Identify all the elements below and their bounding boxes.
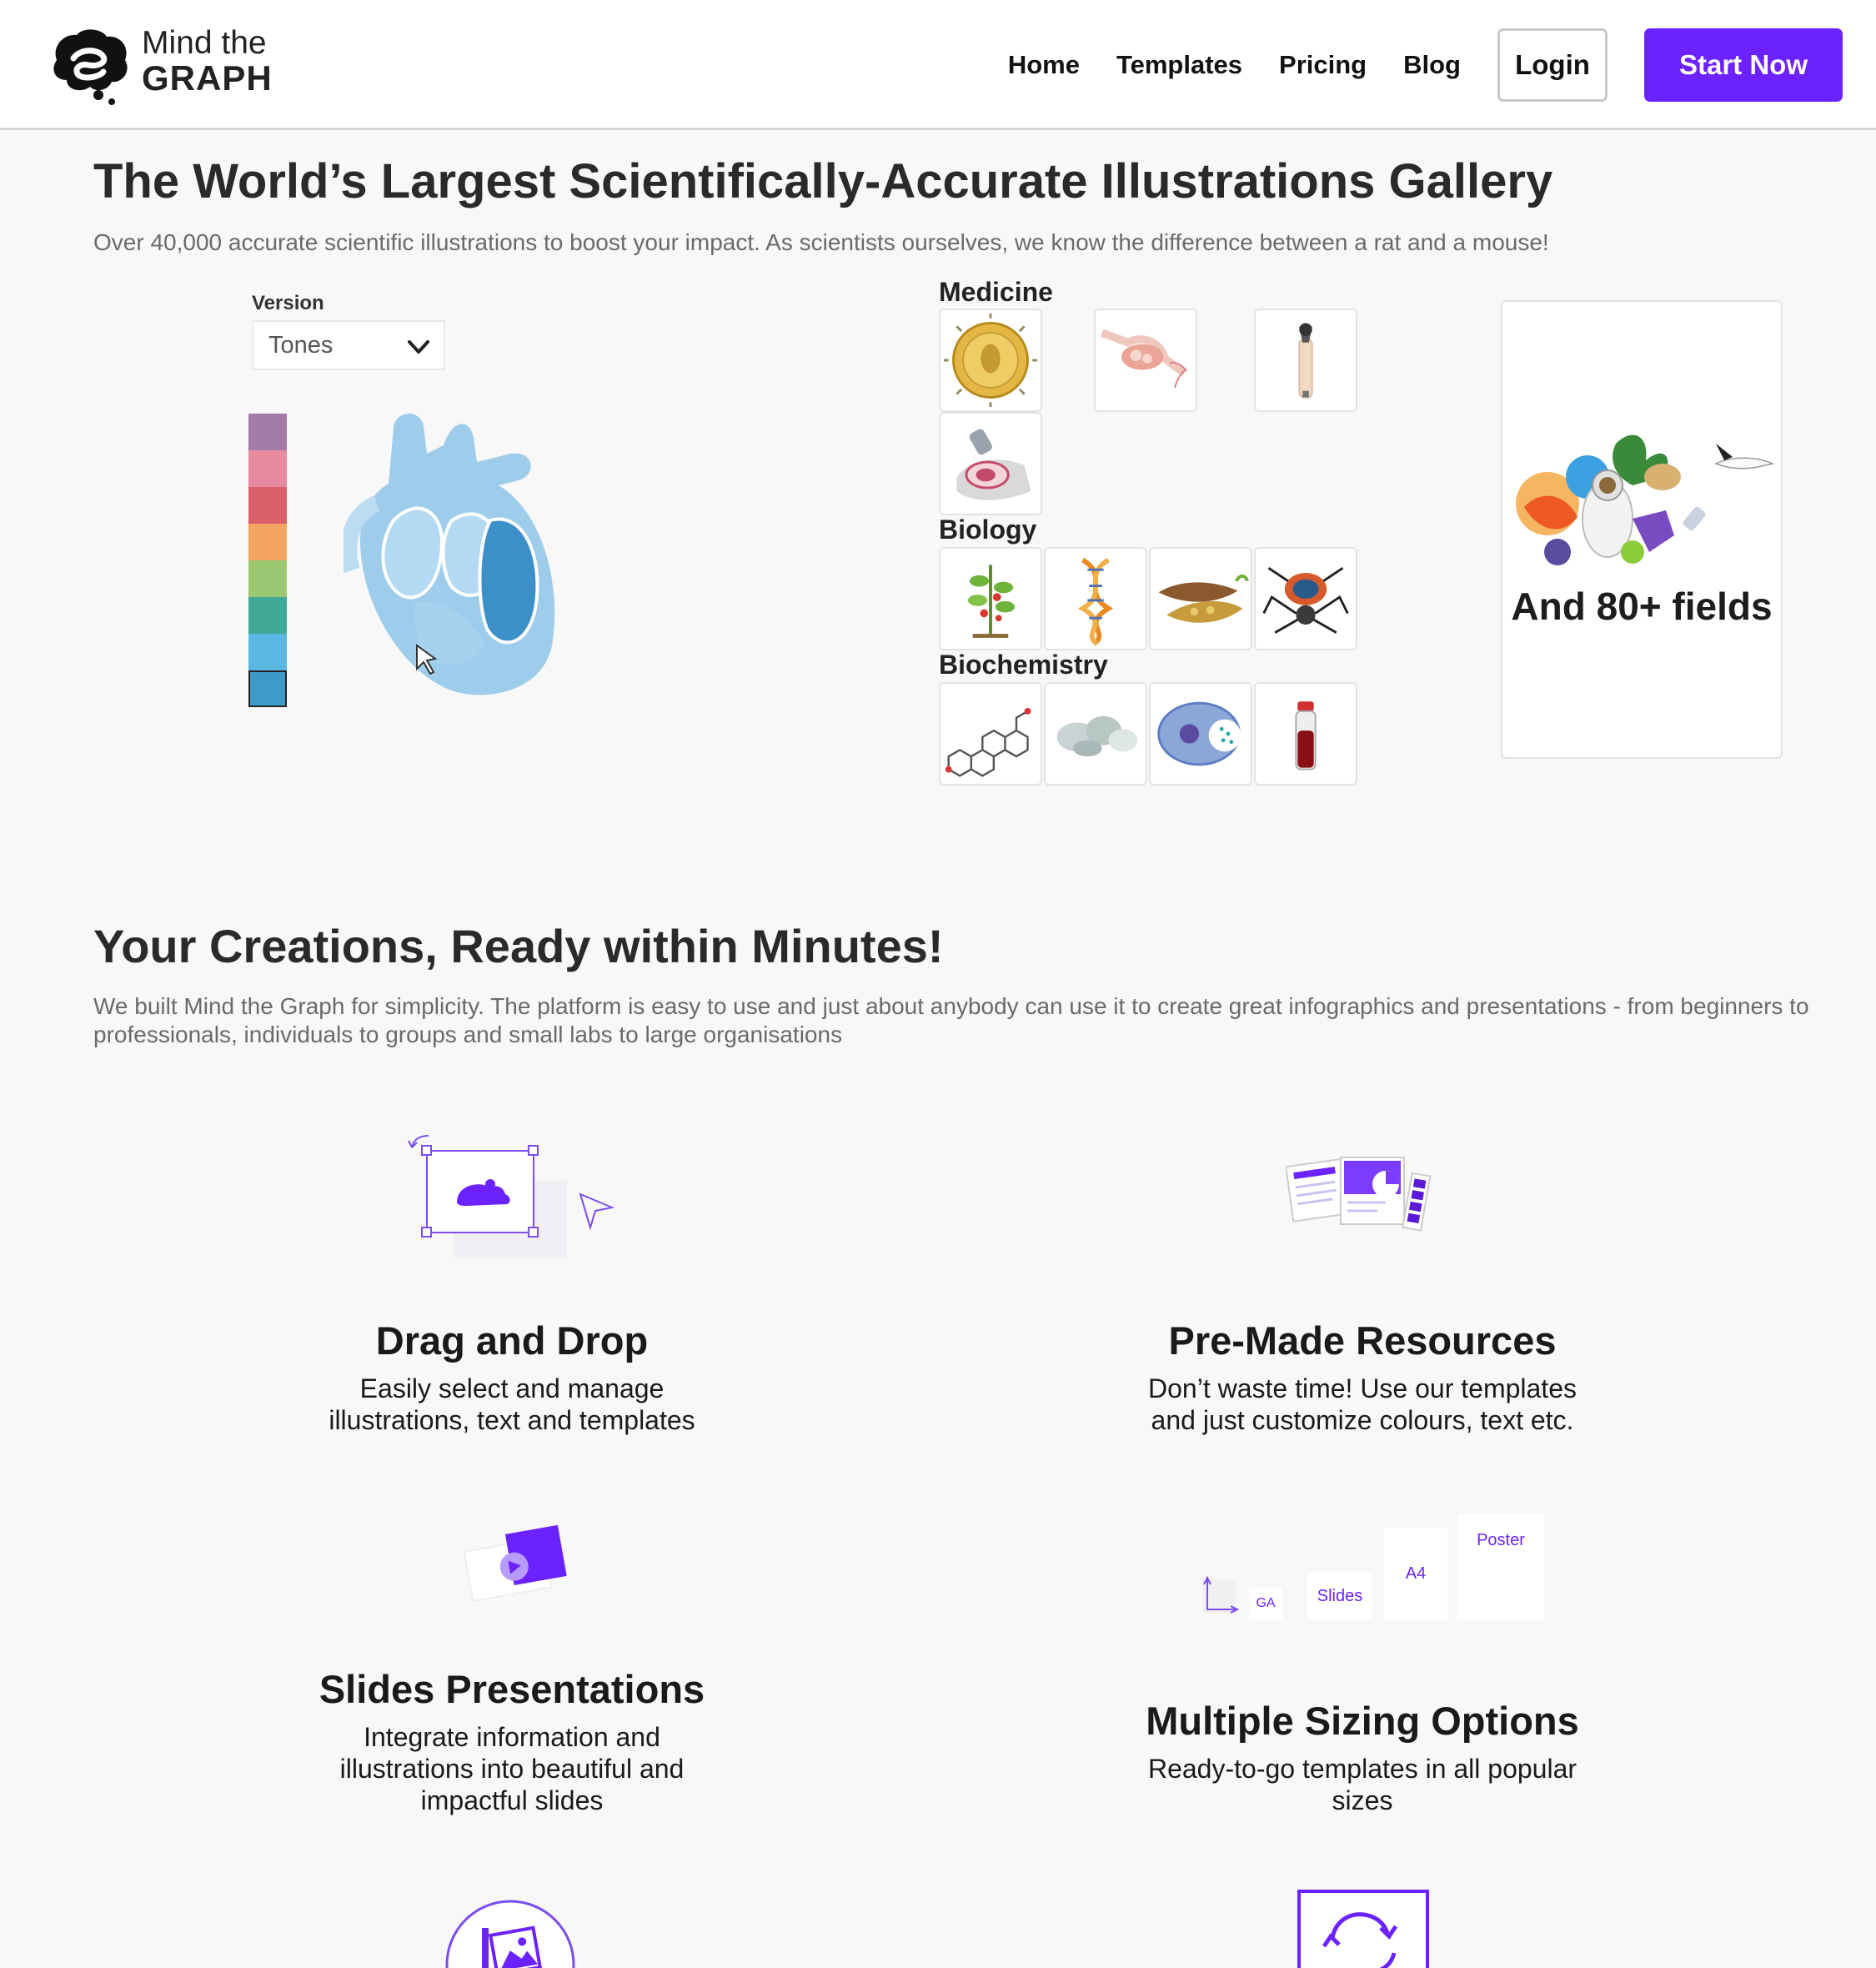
brain-logo-icon — [53, 29, 128, 105]
illustration-tile[interactable] — [1254, 682, 1357, 786]
size-option-a4: A4 — [1384, 1528, 1447, 1619]
more-fields-text: And 80+ fields — [1511, 585, 1773, 628]
nav-blog-link[interactable]: Blog — [1403, 50, 1461, 80]
feature-description: Don’t waste time! Use our templates and … — [1148, 1373, 1577, 1435]
tone-swatch[interactable] — [248, 634, 287, 670]
illustration-tile[interactable] — [939, 412, 1042, 515]
version-select[interactable]: Tones — [252, 320, 445, 370]
version-label: Version — [252, 292, 324, 314]
feature-multiple-sizing-options: Multiple Sizing Options Ready-to-go temp… — [1146, 1698, 1579, 1816]
blood-vial-icon — [1295, 701, 1317, 771]
size-option-slides: Slides — [1307, 1573, 1372, 1619]
logo-line-1: Mind the — [142, 25, 267, 61]
peacock-spider-icon — [1262, 567, 1349, 634]
chevron-down-icon — [408, 340, 429, 354]
gallery-title: The World’s Largest Scientifically-Accur… — [93, 154, 1553, 208]
nav-pricing-link[interactable]: Pricing — [1279, 50, 1367, 80]
feature-title: Slides Presentations — [319, 1667, 705, 1711]
illustration-tile[interactable] — [1254, 547, 1357, 650]
feature-title: Multiple Sizing Options — [1146, 1699, 1579, 1743]
dna-helix-icon — [1077, 558, 1114, 646]
gallery-subtitle: Over 40,000 accurate scientific illustra… — [93, 229, 1549, 255]
tone-swatch[interactable] — [248, 524, 287, 560]
category-biochemistry-label: Biochemistry — [939, 650, 1108, 680]
more-fields-card[interactable]: And 80+ fields — [1501, 300, 1783, 759]
slides-presentation-icon — [463, 1524, 567, 1603]
illustration-tile[interactable] — [1149, 682, 1252, 786]
feature-slides-presentations: Slides Presentations Integrate informati… — [295, 1666, 729, 1816]
category-medicine-label: Medicine — [939, 277, 1053, 307]
tone-swatch[interactable] — [248, 597, 287, 634]
illustration-tile[interactable] — [1254, 309, 1357, 412]
illustration-tile[interactable] — [939, 309, 1042, 412]
tone-swatch[interactable] — [248, 450, 287, 487]
tone-swatch-selected[interactable] — [248, 670, 287, 707]
fields-collage-illustration — [1516, 434, 1775, 565]
start-now-button[interactable]: Start Now — [1644, 28, 1843, 102]
main-nav: Home Templates Pricing Blog Login Start … — [1008, 28, 1843, 102]
heart-illustration — [344, 414, 555, 695]
category-biology-label: Biology — [939, 515, 1037, 545]
nav-home-link[interactable]: Home — [1008, 50, 1080, 80]
feature-pre-made-resources: Pre-Made Resources Don’t waste time! Use… — [1146, 1318, 1579, 1436]
illustration-tile[interactable] — [1044, 547, 1147, 650]
sync-refresh-icon — [1297, 1890, 1429, 1968]
nav-templates-link[interactable]: Templates — [1116, 50, 1242, 80]
image-gallery-icon — [445, 1900, 575, 1968]
illustration-tile[interactable] — [939, 682, 1042, 786]
version-select-value: Tones — [268, 331, 334, 359]
tone-swatch[interactable] — [248, 487, 287, 524]
tomato-plant-icon — [967, 565, 1016, 638]
creations-title: Your Creations, Ready within Minutes! — [93, 920, 944, 972]
feature-description: Easily select and manage illustrations, … — [329, 1373, 695, 1435]
illustration-tile[interactable] — [939, 547, 1042, 650]
feature-drag-and-drop: Drag and Drop Easily select and manage i… — [295, 1318, 729, 1436]
size-option-ga: GA — [1249, 1588, 1282, 1619]
illustration-tile[interactable] — [1044, 682, 1147, 786]
illustration-tile[interactable] — [1149, 547, 1252, 650]
pre-made-resources-icon — [1286, 1157, 1432, 1232]
mind-the-graph-logo[interactable]: Mind the GRAPH — [48, 25, 282, 105]
feature-title: Drag and Drop — [375, 1318, 649, 1363]
otoscope-icon — [1298, 323, 1313, 399]
top-navigation-bar: Mind the GRAPH Home Templates Pricing Bl… — [0, 0, 1876, 130]
tone-swatch[interactable] — [248, 560, 287, 597]
virus-coin-icon — [943, 313, 1038, 408]
molecule-structure-icon — [945, 708, 1031, 777]
creations-subtitle: We built Mind the Graph for simplicity. … — [93, 993, 1809, 1047]
logo-line-2: GRAPH — [142, 58, 273, 98]
bean-pods-icon — [1158, 574, 1249, 623]
axis-resize-icon — [1202, 1575, 1240, 1614]
login-button[interactable]: Login — [1497, 28, 1608, 102]
illustration-tile[interactable] — [1094, 309, 1197, 412]
feature-title: Pre-Made Resources — [1168, 1318, 1557, 1363]
tone-swatches — [248, 414, 287, 707]
feature-description: Integrate information and illustrations … — [339, 1722, 685, 1815]
size-option-poster: Poster — [1457, 1514, 1544, 1619]
cell-vesicle-icon — [1157, 701, 1241, 766]
ultrasound-fetus-icon — [956, 429, 1031, 500]
sizing-options-icon: GA Slides A4 Poster — [1197, 1511, 1547, 1624]
tone-swatch[interactable] — [248, 414, 287, 450]
drag-and-drop-icon — [408, 1135, 615, 1258]
muscle-tissue-icon — [1101, 329, 1188, 389]
feature-description: Ready-to-go templates in all popular siz… — [1147, 1754, 1578, 1815]
protein-complex-icon — [1056, 715, 1138, 757]
